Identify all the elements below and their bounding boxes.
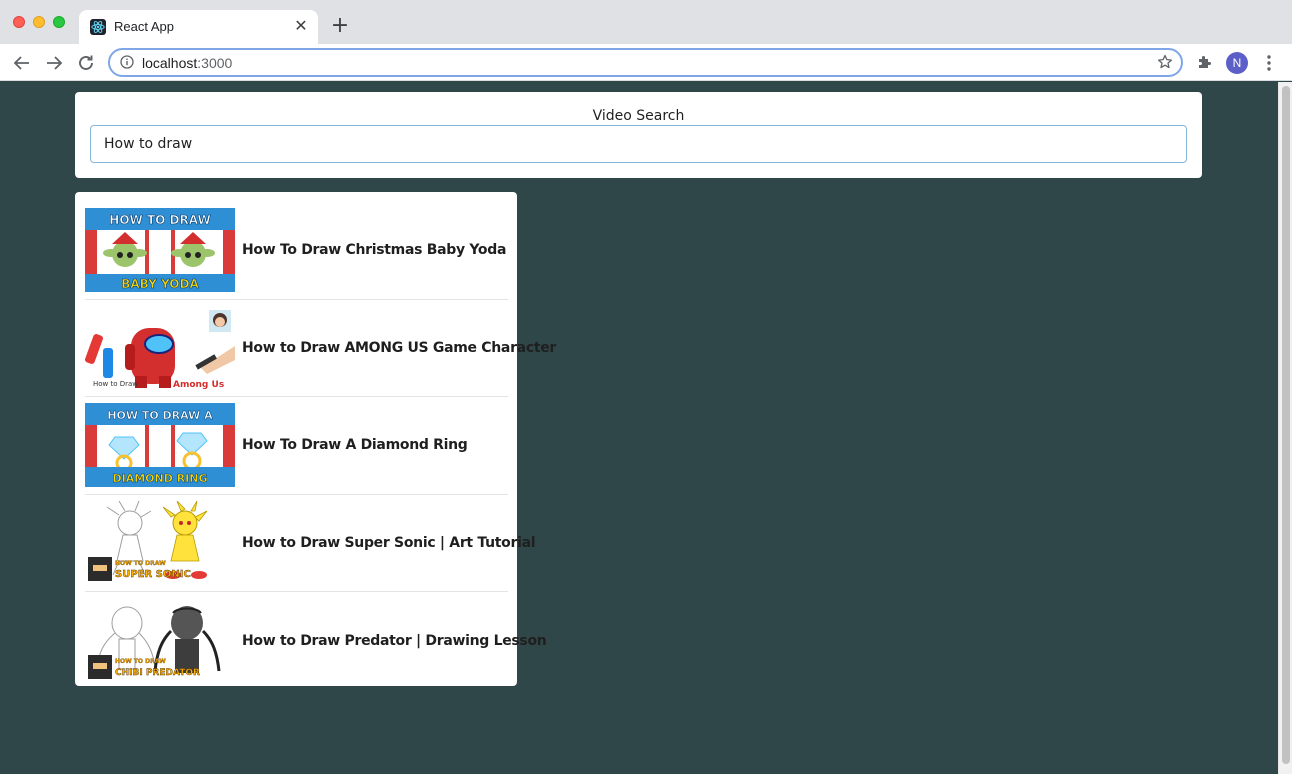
- video-thumbnail[interactable]: HOW TO DRAW CHIBI PREDATOR: [85, 598, 235, 683]
- react-favicon-icon: [90, 19, 106, 35]
- tab-title: React App: [114, 19, 174, 34]
- close-window-button[interactable]: [13, 16, 25, 28]
- url-host: localhost: [142, 55, 198, 71]
- new-tab-button[interactable]: +: [328, 14, 352, 38]
- svg-text:BABY YODA: BABY YODA: [121, 277, 199, 291]
- svg-text:HOW TO DRAW A: HOW TO DRAW A: [107, 409, 213, 422]
- svg-text:How to Draw: How to Draw: [93, 380, 138, 388]
- video-thumbnail[interactable]: HOW TO DRAW A DIAMOND RING: [85, 403, 235, 488]
- search-label: Video Search: [592, 108, 685, 124]
- info-icon[interactable]: [120, 55, 134, 69]
- page-viewport: Video Search How to draw HOW TO DRAW BAB…: [0, 82, 1278, 774]
- minimize-window-button[interactable]: [33, 16, 45, 28]
- scrollbar-thumb[interactable]: [1282, 86, 1290, 764]
- video-list: HOW TO DRAW BABY YODA How To Draw Christ…: [75, 192, 556, 686]
- search-bar-card: Video Search: [75, 92, 1202, 178]
- video-title[interactable]: How to Draw Super Sonic | Art Tutorial: [242, 535, 536, 551]
- video-item[interactable]: How to Draw Among Us How to Draw AMONG U…: [85, 300, 556, 397]
- video-item[interactable]: HOW TO DRAW CHIBI PREDATOR How to Draw P…: [85, 592, 547, 690]
- search-input[interactable]: [90, 125, 1187, 163]
- page-scrollbar[interactable]: [1278, 82, 1292, 774]
- url-port: :3000: [197, 55, 233, 71]
- video-thumbnail[interactable]: How to Draw Among Us: [85, 305, 235, 390]
- video-title[interactable]: How to Draw AMONG US Game Character: [242, 340, 556, 356]
- svg-text:DIAMOND RING: DIAMOND RING: [113, 472, 208, 485]
- video-item[interactable]: HOW TO DRAW BABY YODA How To Draw Christ…: [85, 202, 508, 300]
- browser-toolbar: localhost:3000 N: [0, 44, 1292, 81]
- url-text: localhost:3000: [142, 55, 232, 71]
- forward-arrow-icon[interactable]: [42, 51, 66, 75]
- svg-text:HOW TO DRAW: HOW TO DRAW: [115, 658, 166, 665]
- svg-text:HOW TO DRAW: HOW TO DRAW: [115, 560, 166, 567]
- browser-titlebar: React App ✕ +: [0, 0, 1292, 44]
- svg-text:Among Us: Among Us: [173, 380, 224, 390]
- profile-avatar[interactable]: N: [1226, 52, 1248, 74]
- video-item[interactable]: HOW TO DRAW A DIAMOND RING How To Draw A…: [85, 397, 508, 495]
- video-item[interactable]: HOW TO DRAW SUPER SONIC How to Draw Supe…: [85, 495, 536, 592]
- video-title[interactable]: How To Draw A Diamond Ring: [242, 437, 468, 453]
- reload-icon[interactable]: [74, 51, 98, 75]
- browser-tab[interactable]: React App ✕: [79, 10, 318, 44]
- video-thumbnail[interactable]: HOW TO DRAW SUPER SONIC: [85, 500, 235, 585]
- video-thumbnail[interactable]: HOW TO DRAW BABY YODA: [85, 208, 235, 293]
- puzzle-extension-icon[interactable]: [1196, 53, 1214, 71]
- back-arrow-icon[interactable]: [10, 51, 34, 75]
- kebab-menu-icon[interactable]: [1262, 53, 1276, 73]
- svg-text:SUPER SONIC: SUPER SONIC: [115, 569, 191, 580]
- tab-close-icon[interactable]: ✕: [292, 18, 310, 36]
- star-icon[interactable]: [1157, 54, 1173, 70]
- video-title[interactable]: How To Draw Christmas Baby Yoda: [242, 242, 506, 258]
- address-bar[interactable]: localhost:3000: [108, 48, 1183, 77]
- svg-text:CHIBI PREDATOR: CHIBI PREDATOR: [115, 668, 200, 678]
- maximize-window-button[interactable]: [53, 16, 65, 28]
- svg-text:HOW TO DRAW: HOW TO DRAW: [109, 213, 210, 227]
- video-title[interactable]: How to Draw Predator | Drawing Lesson: [242, 633, 547, 649]
